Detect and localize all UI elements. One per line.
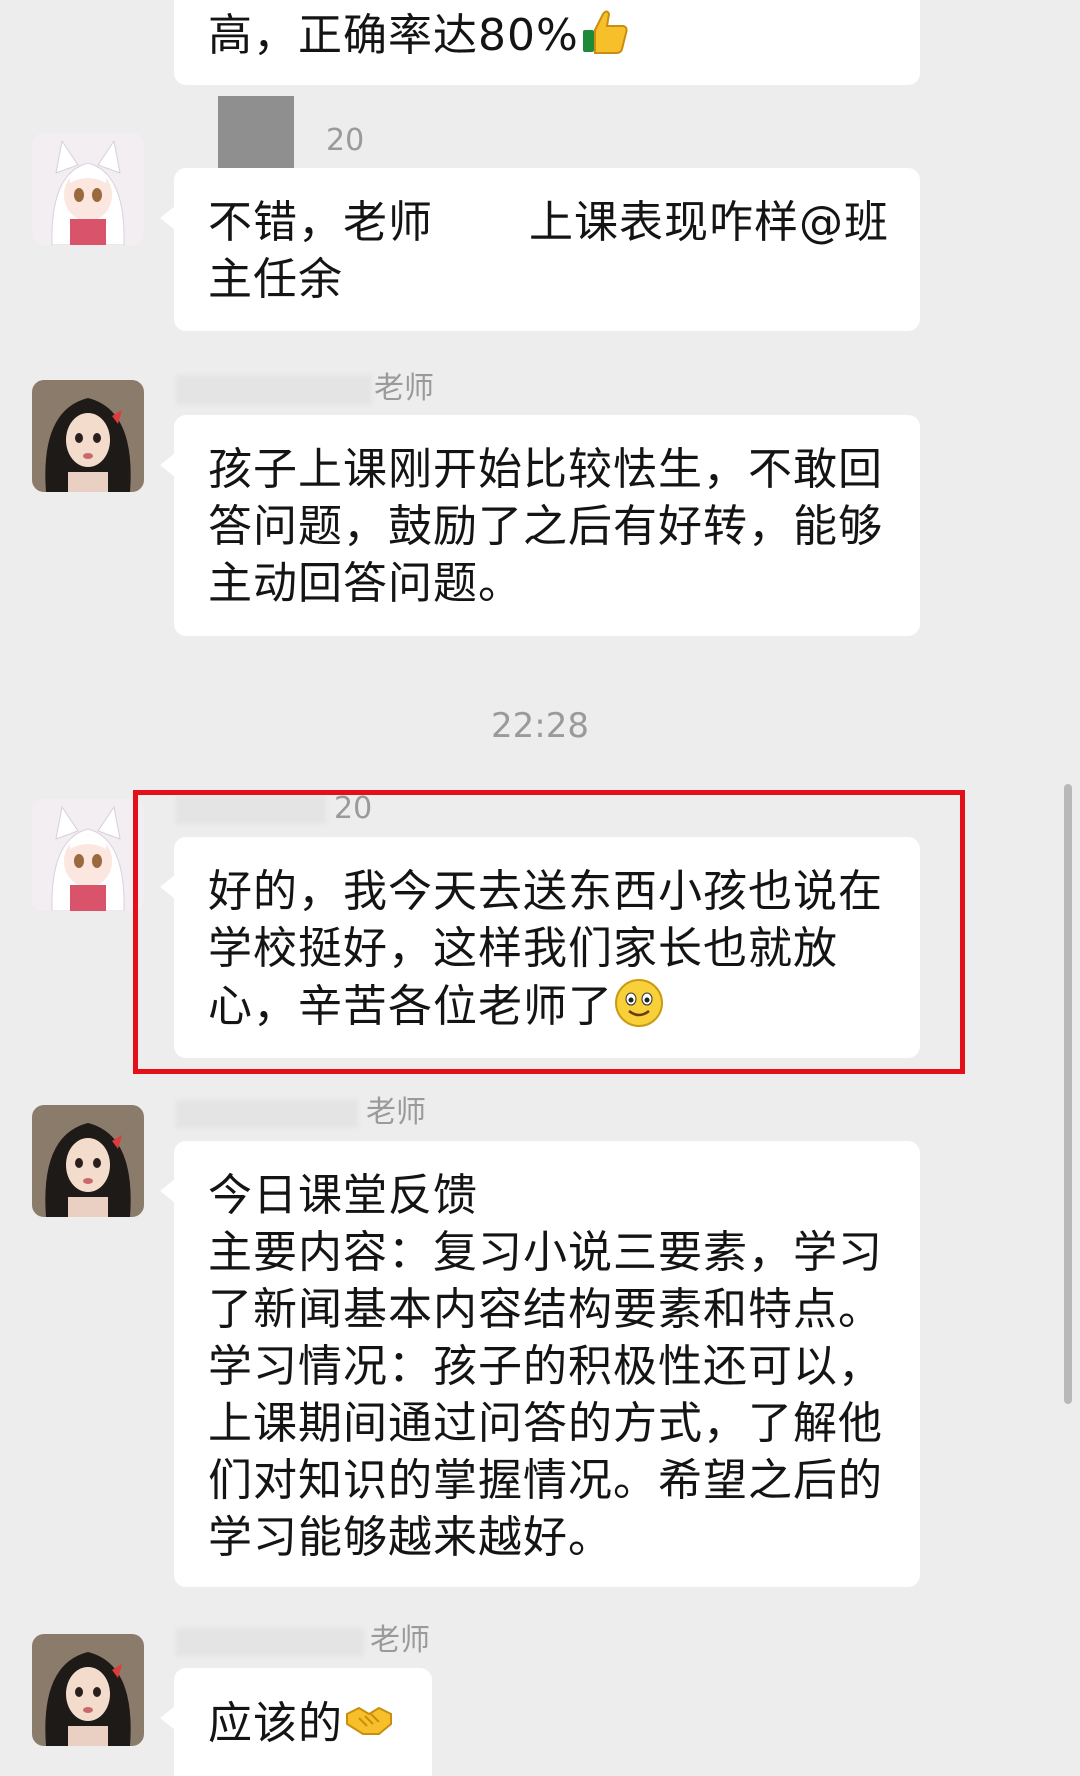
message-text-line: 应该的 <box>208 1694 398 1752</box>
avatar[interactable] <box>32 380 144 492</box>
scrollbar[interactable] <box>1064 784 1072 1404</box>
sender-name-blur <box>176 375 372 405</box>
message-text-line: 答问题，鼓励了之后有好转，能够 <box>208 501 883 552</box>
sender-avatar-blur <box>218 96 294 168</box>
avatar[interactable] <box>32 1634 144 1746</box>
message-text-line: 主要内容：复习小说三要素，学习 <box>208 1227 883 1278</box>
avatar[interactable] <box>32 799 144 911</box>
sender-name: 20 <box>326 123 365 158</box>
message-text-line: 高，正确率达80% <box>208 6 886 64</box>
highlight-frame <box>133 790 965 1074</box>
message-text-line: 今日课堂反馈 <box>208 1170 478 1221</box>
message-bubble[interactable]: 应该的 <box>160 1668 432 1776</box>
message-text-line: 上课期间通过问答的方式，了解他 <box>208 1398 883 1449</box>
message-text-line: 主任余 <box>208 254 343 305</box>
sender-name: 老师 <box>374 371 434 406</box>
message-bubble[interactable]: 高，正确率达80% <box>174 0 920 85</box>
handshake-icon <box>343 1694 395 1746</box>
thumbs-up-icon <box>579 6 631 58</box>
message-text-line: 了新闻基本内容结构要素和特点。 <box>208 1284 883 1335</box>
redaction <box>433 203 529 243</box>
chat-view: 高，正确率达80% 20 不错，老师 上课表现咋样@班 主任余 老师 孩子上课刚… <box>0 0 1080 1776</box>
message-text-line: 不错，老师 上课表现咋样@班 <box>208 197 889 248</box>
message-text-line: 学习情况：孩子的积极性还可以， <box>208 1341 883 1392</box>
message-text-line: 们对知识的掌握情况。希望之后的 <box>208 1455 883 1506</box>
sender-name: 老师 <box>366 1095 426 1130</box>
avatar[interactable] <box>32 133 144 245</box>
message-bubble[interactable]: 今日课堂反馈 主要内容：复习小说三要素，学习 了新闻基本内容结构要素和特点。 学… <box>160 1141 920 1587</box>
message-text-line: 主动回答问题。 <box>208 558 523 609</box>
timestamp: 22:28 <box>491 706 589 746</box>
sender-name-blur <box>176 1628 364 1656</box>
message-text-line: 孩子上课刚开始比较怯生，不敢回 <box>208 444 883 495</box>
message-bubble[interactable]: 孩子上课刚开始比较怯生，不敢回 答问题，鼓励了之后有好转，能够 主动回答问题。 <box>160 415 920 636</box>
sender-name: 老师 <box>370 1623 430 1658</box>
avatar[interactable] <box>32 1105 144 1217</box>
message-text-line: 学习能够越来越好。 <box>208 1512 613 1563</box>
message-bubble[interactable]: 不错，老师 上课表现咋样@班 主任余 <box>160 168 920 331</box>
sender-name-blur <box>176 1100 358 1128</box>
